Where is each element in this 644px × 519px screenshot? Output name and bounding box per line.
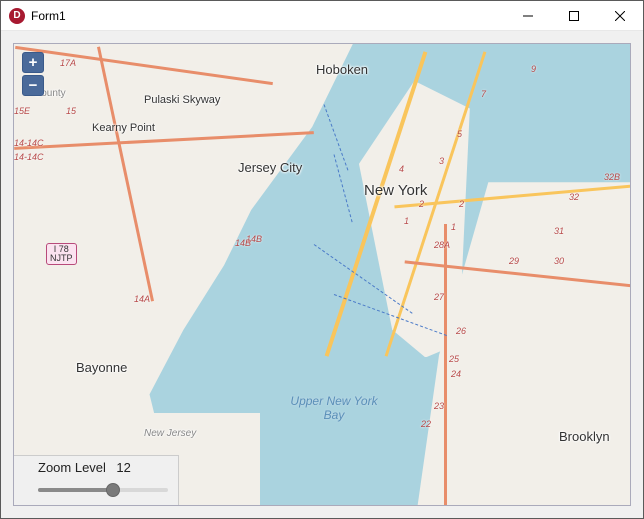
zoom-slider[interactable] (38, 481, 168, 499)
exit-28a: 28A (434, 240, 450, 250)
exit-31: 31 (554, 226, 564, 236)
maximize-button[interactable] (551, 1, 597, 30)
exit-26: 26 (456, 326, 466, 336)
label-brooklyn: Brooklyn (559, 429, 610, 444)
exit-17a: 17A (60, 58, 76, 68)
client-area: Hoboken Pulaski Skyway Kearny Point Jers… (1, 31, 643, 518)
window-controls (505, 1, 643, 30)
map-container: Hoboken Pulaski Skyway Kearny Point Jers… (13, 43, 631, 506)
slider-thumb[interactable] (106, 483, 120, 497)
exit-22: 22 (421, 419, 431, 429)
exit-24: 24 (451, 369, 461, 379)
slider-track-fill (38, 488, 110, 492)
exit-1a: 1 (404, 216, 409, 226)
exit-15e: 15E (14, 106, 30, 116)
exit-2b: 2 (459, 199, 464, 209)
exit-14a: 14A (134, 294, 150, 304)
exit-9: 9 (531, 64, 536, 74)
close-button[interactable] (597, 1, 643, 30)
label-upper-bay: Upper New York Bay (289, 394, 379, 422)
label-hoboken: Hoboken (316, 62, 368, 77)
exit-23: 23 (434, 401, 444, 411)
ferry-route (334, 154, 353, 222)
label-kearny: Kearny Point (92, 122, 142, 134)
exit-32b: 32B (604, 172, 620, 182)
exit-29: 29 (509, 256, 519, 266)
app-icon: D (9, 8, 25, 24)
application-window: D Form1 (0, 0, 644, 519)
exit-4: 4 (399, 164, 404, 174)
exit-1b: 1 (451, 222, 456, 232)
exit-14-14c: 14-14C (14, 138, 44, 148)
exit-5: 5 (457, 129, 462, 139)
exit-2a: 2 (419, 199, 424, 209)
zoom-level-value: 12 (116, 460, 130, 475)
exit-32: 32 (569, 192, 579, 202)
label-new-jersey: New Jersey (144, 428, 196, 439)
exit-3: 3 (439, 156, 444, 166)
zoom-out-button[interactable]: − (22, 75, 44, 96)
window-title: Form1 (31, 9, 505, 23)
zoom-level-label: Zoom Level (38, 460, 106, 475)
exit-14b2: 14B (235, 238, 251, 248)
label-new-york: New York (364, 182, 427, 199)
map-canvas[interactable]: Hoboken Pulaski Skyway Kearny Point Jers… (14, 44, 630, 505)
zoom-controls: + − (22, 52, 44, 98)
exit-15: 15 (66, 106, 76, 116)
exit-14-14c2: 14-14C (14, 152, 44, 162)
zoom-panel: Zoom Level 12 (14, 455, 179, 505)
label-jersey-city: Jersey City (238, 160, 302, 175)
minimize-button[interactable] (505, 1, 551, 30)
exit-27: 27 (434, 292, 444, 302)
exit-30: 30 (554, 256, 564, 266)
exit-7: 7 (481, 89, 486, 99)
zoom-in-button[interactable]: + (22, 52, 44, 73)
label-bayonne: Bayonne (76, 360, 127, 375)
exit-25: 25 (449, 354, 459, 364)
titlebar[interactable]: D Form1 (1, 1, 643, 31)
shield-i78: I 78 NJTP (46, 243, 77, 265)
label-pulaski: Pulaski Skyway (144, 94, 204, 106)
